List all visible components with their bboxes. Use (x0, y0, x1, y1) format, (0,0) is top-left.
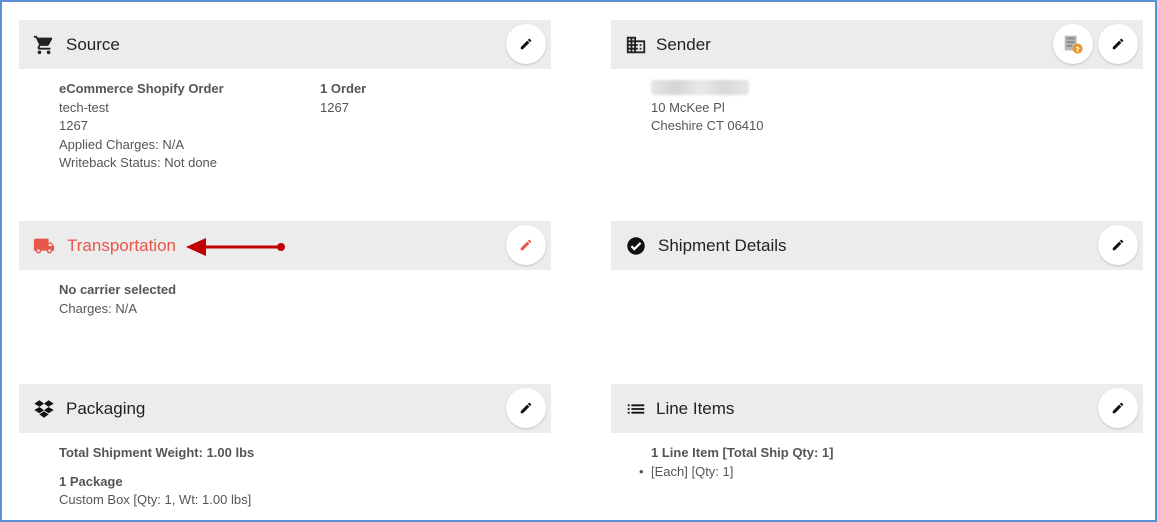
line-items-panel-header: Line Items (611, 384, 1143, 433)
transportation-edit-button[interactable] (506, 225, 546, 265)
source-order-ref: 1267 (59, 118, 88, 133)
line-item: • [Each] [Qty: 1] (639, 463, 1051, 482)
pencil-icon (1112, 239, 1124, 251)
line-item-text: [Each] [Qty: 1] (651, 463, 734, 479)
source-orders: 1 Order 1267 (320, 80, 520, 117)
pencil-icon (1112, 38, 1124, 50)
sender-address-line1: 10 McKee Pl (651, 99, 725, 115)
packaging-edit-button[interactable] (506, 388, 546, 428)
transportation-carrier: No carrier selected (59, 282, 177, 297)
sender-name-redacted (651, 80, 749, 95)
pencil-icon (520, 239, 532, 251)
source-edit-button[interactable] (506, 24, 546, 64)
line-items-summary: 1 Line Item [Total Ship Qty: 1] (651, 445, 834, 460)
source-order-count: 1 Order (320, 81, 367, 96)
line-items-details: 1 Line Item [Total Ship Qty: 1] • [Each]… (639, 444, 1051, 482)
packaging-title: Packaging (66, 399, 146, 418)
list-icon (625, 398, 647, 420)
sender-address: 10 McKee Pl Cheshire CT 06410 (651, 80, 901, 136)
callout-arrow (186, 238, 285, 256)
sender-panel-header: Sender ? (611, 20, 1143, 69)
source-order-type: eCommerce Shopify Order (59, 81, 224, 96)
packaging-total-weight: Total Shipment Weight: 1.00 lbs (59, 445, 255, 460)
building-icon (625, 34, 647, 56)
dropbox-icon (33, 398, 55, 420)
address-book-help-icon: ? (1064, 35, 1083, 54)
transportation-details: No carrier selected Charges: N/A (59, 281, 359, 318)
source-title: Source (66, 35, 120, 54)
source-writeback-status: Writeback Status: Not done (59, 155, 218, 170)
packaging-package-detail: Custom Box [Qty: 1, Wt: 1.00 lbs] (59, 492, 252, 507)
shipment-details-edit-button[interactable] (1098, 225, 1138, 265)
pencil-icon (520, 402, 532, 414)
sender-title: Sender (656, 35, 711, 54)
packaging-package-count: 1 Package (59, 473, 123, 489)
transportation-title: Transportation (67, 236, 176, 255)
line-items-title: Line Items (656, 399, 735, 418)
shipment-details-title: Shipment Details (658, 236, 787, 255)
svg-text:?: ? (1075, 45, 1079, 54)
shipment-details-panel-header: Shipment Details (611, 221, 1143, 270)
source-store: tech-test (59, 99, 109, 115)
pencil-icon (1112, 402, 1124, 414)
line-item-bullet: • (639, 463, 644, 479)
packaging-panel-header: Packaging (19, 384, 551, 433)
source-applied-charges: Applied Charges: N/A (59, 136, 185, 152)
source-panel-header: Source (19, 20, 551, 69)
source-order-number: 1267 (320, 99, 349, 115)
truck-icon (33, 235, 55, 257)
shopping-cart-icon (33, 34, 55, 56)
line-items-edit-button[interactable] (1098, 388, 1138, 428)
source-details: eCommerce Shopify Order tech-test 1267 A… (59, 80, 309, 173)
transportation-charges: Charges: N/A (59, 300, 138, 316)
pencil-icon (520, 38, 532, 50)
sender-address-line2: Cheshire CT 06410 (651, 118, 764, 133)
address-book-button[interactable]: ? (1053, 24, 1093, 64)
sender-edit-button[interactable] (1098, 24, 1138, 64)
check-circle-icon (625, 235, 647, 257)
packaging-details: Total Shipment Weight: 1.00 lbs 1 Packag… (59, 444, 409, 510)
